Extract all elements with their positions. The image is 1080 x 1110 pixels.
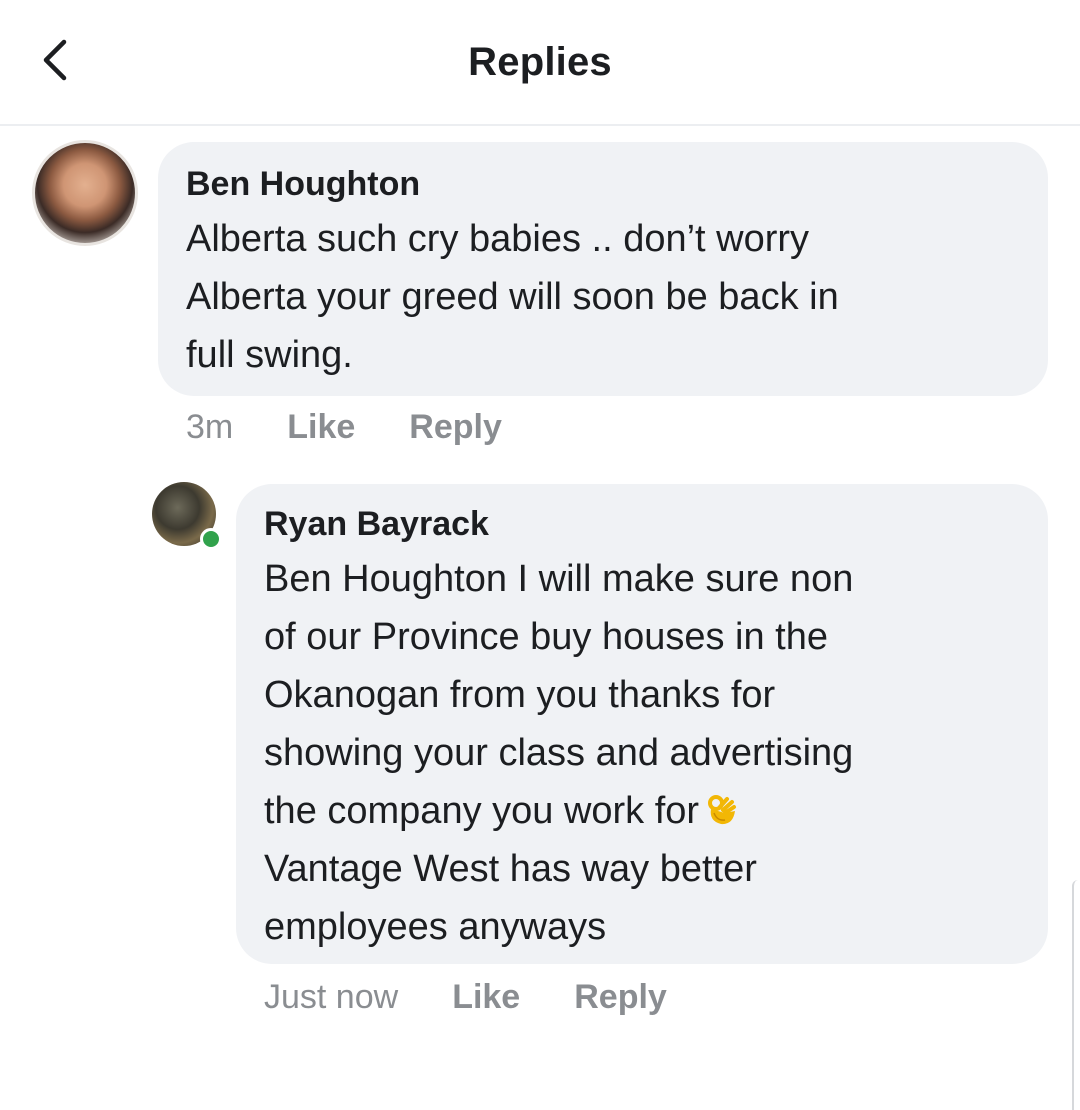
comment-author[interactable]: Ben Houghton (186, 164, 1018, 204)
comment-author[interactable]: Ryan Bayrack (264, 504, 1018, 544)
comment-text-part: Ben Houghton I will make sure non of our… (264, 558, 854, 832)
comment-text: Ben Houghton I will make sure non of our… (264, 550, 1018, 956)
comment-timestamp[interactable]: Just now (264, 978, 398, 1017)
avatar-ben-houghton[interactable] (32, 140, 138, 246)
comment-actions: 3m Like Reply (186, 408, 502, 447)
comment-bubble-ryan-bayrack[interactable]: Ryan Bayrack Ben Houghton I will make su… (236, 484, 1048, 964)
like-button[interactable]: Like (287, 408, 355, 447)
comment-timestamp[interactable]: 3m (186, 408, 233, 447)
ok-hand-emoji-icon (708, 795, 737, 825)
reply-button[interactable]: Reply (574, 978, 667, 1017)
comment-text: Alberta such cry babies .. don’t worry A… (186, 218, 839, 376)
replies-screen: Replies Ben Houghton Alberta such cry ba… (0, 0, 1080, 1110)
comment-actions: Just now Like Reply (264, 978, 667, 1017)
like-button[interactable]: Like (452, 978, 520, 1017)
comment-text-part: Vantage West has way better employees an… (264, 848, 757, 948)
comment-bubble-ben-houghton[interactable]: Ben Houghton Alberta such cry babies .. … (158, 142, 1048, 396)
scrollbar-edge (1072, 880, 1080, 1110)
header-bar: Replies (0, 0, 1080, 126)
reply-button[interactable]: Reply (409, 408, 502, 447)
online-status-dot (200, 528, 222, 550)
page-title: Replies (468, 40, 612, 84)
